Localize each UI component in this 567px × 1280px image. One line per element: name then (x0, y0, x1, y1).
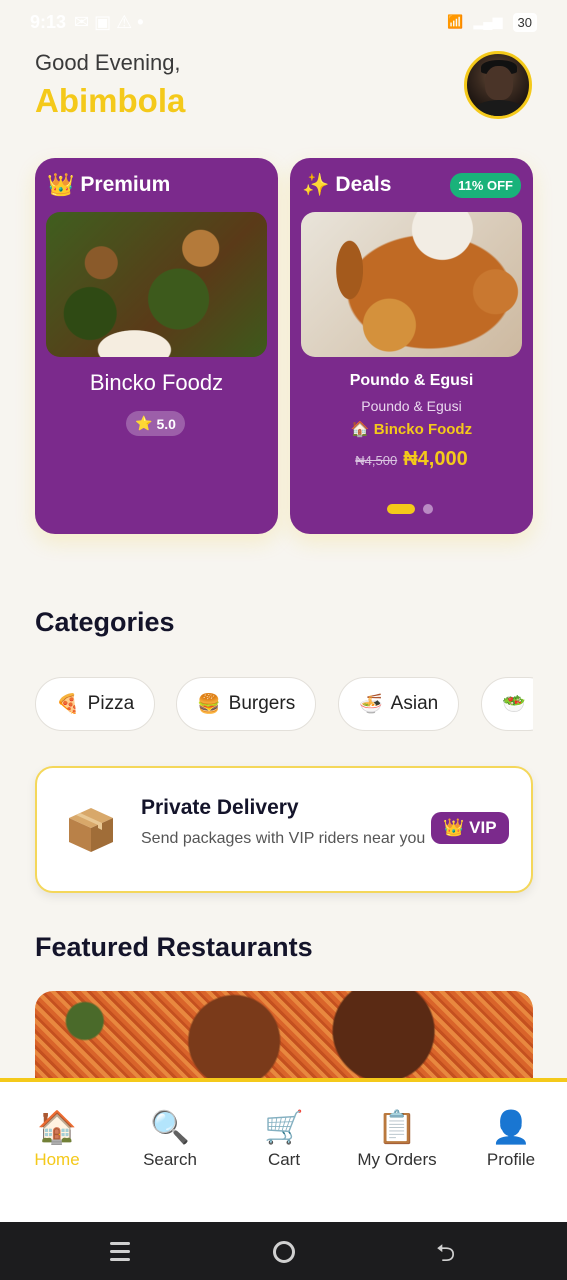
premium-restaurant-name: Bincko Foodz (89, 370, 224, 395)
status-left: 9:13 ✉ ▣ ⚠ • (30, 12, 144, 33)
profile-icon: 👤 (491, 1109, 531, 1145)
category-salad[interactable]: 🥗 (481, 677, 533, 731)
category-pizza[interactable]: 🍕 Pizza (35, 677, 156, 731)
house-icon: 🏠 (350, 421, 370, 438)
salad-icon: 🥗 (502, 694, 526, 715)
premium-card[interactable]: 👑 Premium Bincko Foodz ⭐ 5.0 (35, 158, 278, 534)
status-right: 📶 ▂▄▆ 30 (447, 12, 537, 32)
cart-icon: 🛒 (264, 1109, 304, 1145)
category-burgers[interactable]: 🍔 Burgers (176, 677, 317, 731)
vip-badge[interactable]: 👑 VIP (431, 812, 509, 844)
wifi-icon: 📶 (447, 14, 464, 29)
status-time: 9:13 (30, 11, 67, 32)
categories-row[interactable]: 🍕 Pizza 🍔 Burgers 🍜 Asian 🥗 (35, 677, 533, 731)
signal-icon: ▂▄▆ (473, 14, 503, 29)
greeting-text: Good Evening, (35, 50, 181, 75)
avatar-face (485, 66, 513, 100)
back-button[interactable]: ⮌ (436, 1236, 455, 1277)
system-nav-bar: ⮌ (0, 1222, 567, 1280)
deal-item-name: Poundo & Egusi (349, 372, 474, 389)
search-icon: 🔍 (150, 1109, 190, 1145)
deal-vendor: 🏠 Bincko Foodz (290, 420, 533, 438)
star-icon: ⭐ (135, 415, 153, 431)
private-delivery-card[interactable]: Private Delivery Send packages with VIP … (35, 766, 533, 893)
nav-cart[interactable]: 🛒 Cart (229, 1108, 339, 1170)
rating-value: 5.0 (156, 415, 176, 432)
vip-label: VIP (469, 818, 497, 837)
nav-my-orders[interactable]: 📋 My Orders (342, 1108, 452, 1170)
category-label: Burgers (228, 693, 296, 714)
featured-heading: Featured Restaurants (35, 932, 313, 962)
nav-home[interactable]: 🏠 Home (2, 1108, 112, 1170)
discount-badge: 11% OFF (450, 173, 521, 198)
rating-badge: ⭐ 5.0 (126, 411, 185, 436)
home-button[interactable] (273, 1241, 295, 1263)
nav-label: Profile (486, 1150, 536, 1169)
nav-search[interactable]: 🔍 Search (115, 1108, 225, 1170)
categories-heading: Categories (35, 607, 175, 637)
recent-apps-button[interactable] (110, 1242, 130, 1262)
avatar[interactable] (464, 51, 532, 119)
home-icon: 🏠 (37, 1109, 77, 1145)
pizza-icon: 🍕 (56, 694, 80, 715)
package-icon (69, 808, 113, 852)
nav-profile[interactable]: 👤 Profile (456, 1108, 566, 1170)
category-label: Pizza (87, 693, 135, 714)
nav-label: Home (34, 1150, 80, 1169)
delivery-title: Private Delivery (141, 796, 299, 819)
bottom-nav: 🏠 Home 🔍 Search 🛒 Cart 📋 My Orders 👤 Pro… (0, 1078, 567, 1222)
status-bar: 9:13 ✉ ▣ ⚠ • 📶 ▂▄▆ 30 (0, 0, 567, 44)
sparkles-icon: ✨ (302, 172, 330, 197)
burger-icon: 🍔 (197, 694, 221, 715)
deal-vendor-name: Bincko Foodz (373, 421, 473, 438)
deal-prices: ₦4,500 ₦4,000 (290, 448, 533, 471)
premium-food-image (46, 212, 267, 357)
notification-icons: ✉ ▣ ⚠ • (74, 11, 144, 32)
deal-food-image (301, 212, 522, 357)
crown-icon: 👑 (47, 172, 75, 197)
deal-item-description: Poundo & Egusi (361, 398, 462, 414)
nav-label: My Orders (357, 1150, 437, 1169)
nav-label: Cart (267, 1150, 301, 1169)
featured-restaurant-image[interactable] (35, 991, 533, 1091)
battery-icon: 30 (512, 12, 537, 32)
old-price: ₦4,500 (355, 453, 398, 468)
premium-card-title: Premium (80, 173, 171, 196)
carousel-dot-active[interactable] (387, 504, 415, 514)
user-name: Abimbola (35, 82, 186, 119)
carousel-dot[interactable] (423, 504, 433, 514)
noodles-icon: 🍜 (359, 694, 383, 715)
avatar-shirt (473, 100, 525, 116)
deals-card-header: ✨ Deals (302, 172, 391, 198)
new-price: ₦4,000 (403, 448, 468, 470)
category-asian[interactable]: 🍜 Asian (338, 677, 460, 731)
delivery-description: Send packages with VIP riders near you (141, 830, 426, 847)
deals-card[interactable]: ✨ Deals 11% OFF Poundo & Egusi Poundo & … (290, 158, 533, 534)
carousel-indicator (387, 504, 433, 514)
nav-label: Search (143, 1150, 197, 1169)
premium-card-header: 👑 Premium (47, 172, 170, 198)
category-label: Asian (390, 693, 439, 714)
deals-card-title: Deals (335, 173, 392, 196)
crown-icon: 👑 (443, 818, 465, 837)
clipboard-icon: 📋 (377, 1109, 417, 1145)
